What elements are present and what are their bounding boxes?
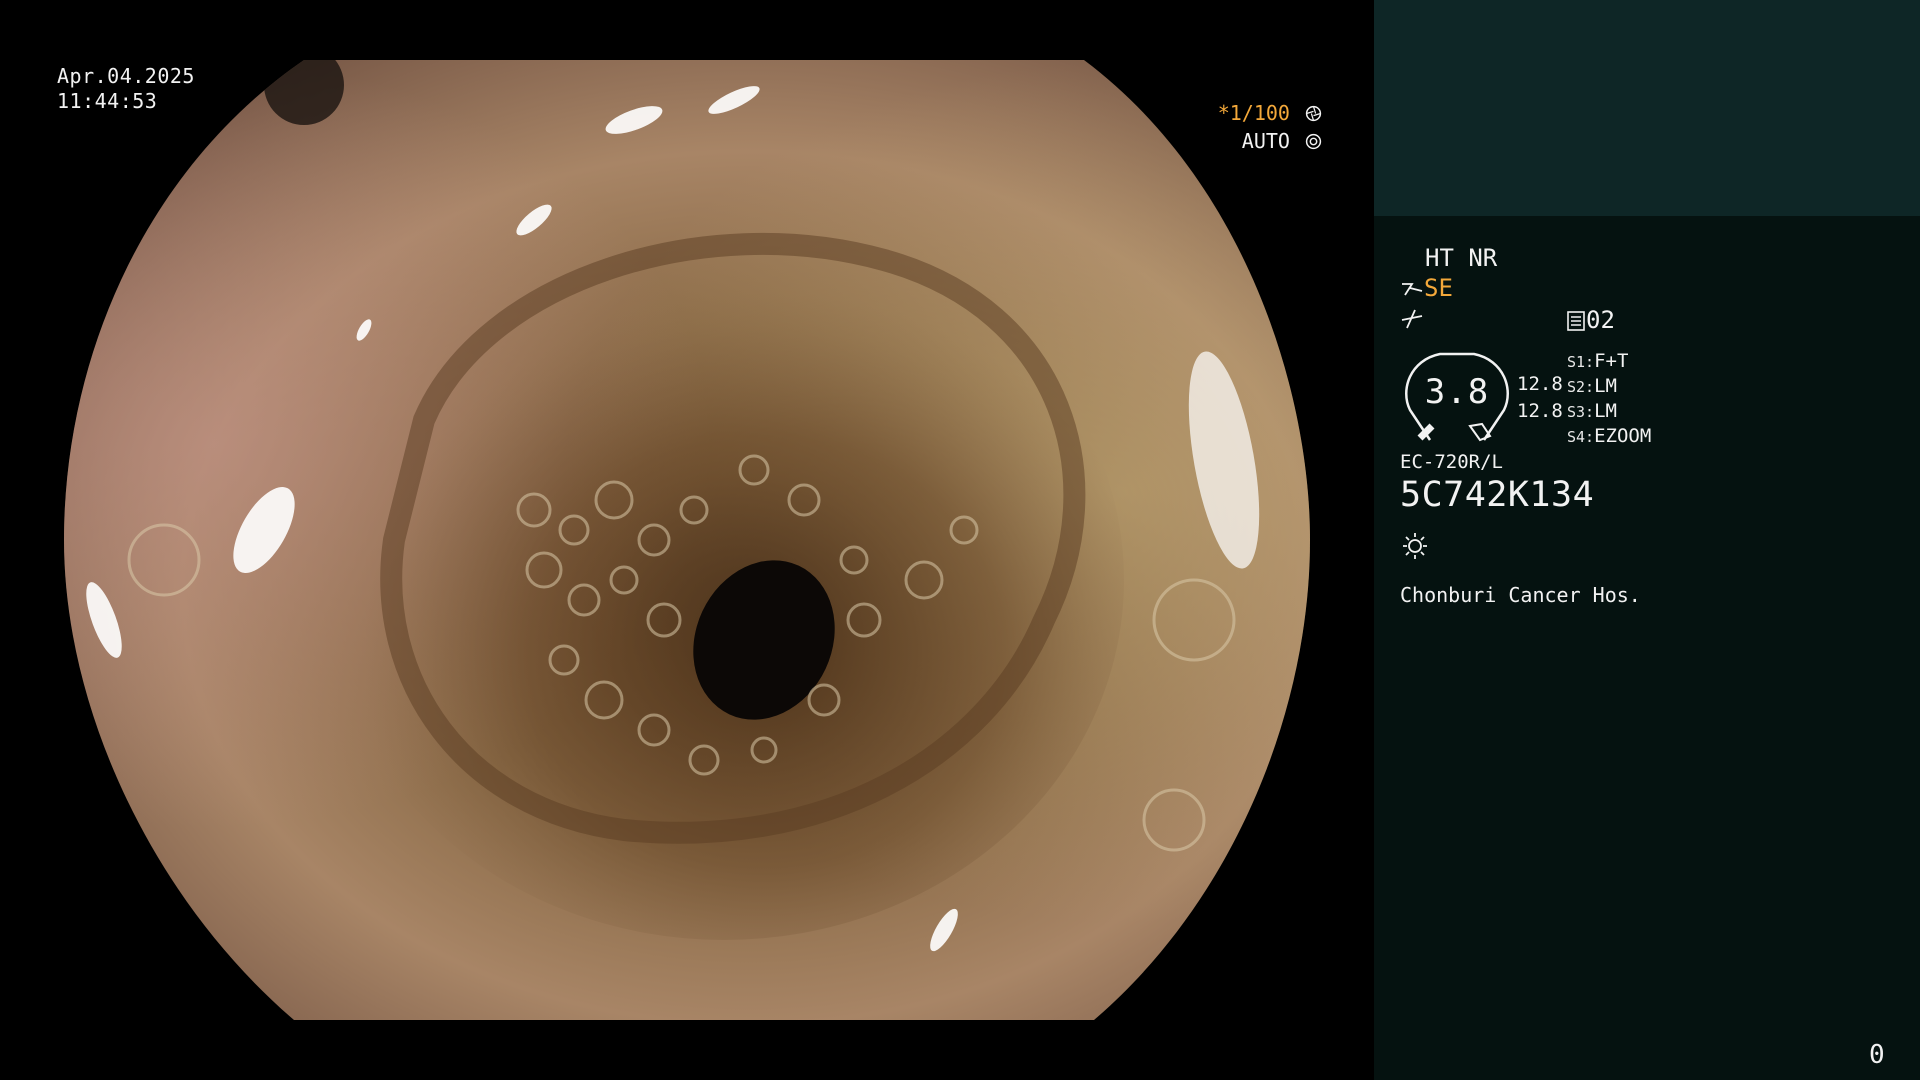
endoscopic-image xyxy=(64,60,1310,1020)
value-2: 12.8 xyxy=(1517,400,1563,422)
curve-icon xyxy=(1401,309,1423,329)
iris-icon xyxy=(1305,105,1322,122)
auto-icon xyxy=(1305,133,1322,150)
shutter-row: *1/100 xyxy=(1218,99,1322,127)
date-text: Apr.04.2025 xyxy=(57,64,195,88)
scope-serial: 5C742K134 xyxy=(1400,475,1595,515)
switch-s4-key: S4: xyxy=(1567,428,1595,446)
info-panel-header xyxy=(1374,0,1920,216)
record-row: 02 xyxy=(1566,306,1615,334)
switch-s3-value: LM xyxy=(1594,400,1617,422)
frame-counter: 0 xyxy=(1869,1040,1885,1070)
zoom-value: 3.8 xyxy=(1424,372,1490,412)
scope-model: EC-720R/L xyxy=(1400,451,1503,473)
enhance-mode: HT NR xyxy=(1425,244,1498,272)
iris-mode: AUTO xyxy=(1241,129,1290,153)
value-1: 12.8 xyxy=(1517,373,1563,395)
shutter-overlay: *1/100 AUTO xyxy=(1218,99,1322,155)
record-count: 02 xyxy=(1586,306,1615,334)
switch-s4: S4:EZOOM xyxy=(1567,422,1651,451)
switch-s1-value: F+T xyxy=(1594,350,1629,372)
curve-row xyxy=(1400,304,1424,332)
structure-mode: SE xyxy=(1424,274,1453,302)
switch-s2-key: S2: xyxy=(1567,378,1595,396)
switch-s1-key: S1: xyxy=(1567,353,1595,371)
iris-row: AUTO xyxy=(1218,127,1322,155)
shutter-speed: *1/100 xyxy=(1217,101,1290,125)
switch-s3-key: S3: xyxy=(1567,403,1595,421)
structure-icon xyxy=(1402,283,1423,296)
structure-row: SE xyxy=(1400,274,1453,302)
light-icon xyxy=(1403,533,1427,559)
light-row xyxy=(1400,530,1430,560)
time-text: 11:44:53 xyxy=(57,89,158,113)
switch-s2-value: LM xyxy=(1594,375,1617,397)
endoscope-view: Apr.04.2025 11:44:53 *1/100 AUTO xyxy=(0,0,1374,1080)
hospital-name: Chonburi Cancer Hos. xyxy=(1400,583,1641,607)
info-panel xyxy=(1374,216,1920,1080)
date-time-overlay: Apr.04.2025 11:44:53 xyxy=(57,64,195,114)
record-icon xyxy=(1567,311,1585,331)
switch-s4-value: EZOOM xyxy=(1594,425,1652,447)
